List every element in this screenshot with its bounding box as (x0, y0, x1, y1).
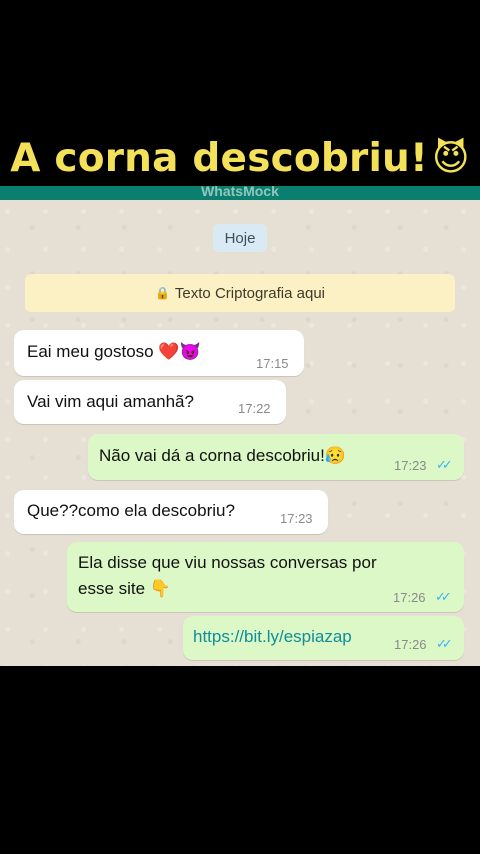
encryption-banner[interactable]: 🔒 Texto Criptografia aqui (25, 274, 455, 312)
message-time: 17:15 (256, 356, 289, 371)
app-name: WhatsMock (201, 186, 279, 199)
message-time: 17:26 (393, 590, 426, 605)
double-check-icon: ✓✓ (435, 589, 452, 604)
app-header: WhatsMock (0, 186, 480, 200)
encryption-banner-text: Texto Criptografia aqui (174, 284, 326, 302)
message-time: 17:26 (394, 637, 427, 652)
message-time: 17:23 (394, 458, 427, 473)
lock-icon: 🔒 (154, 286, 170, 300)
message-incoming[interactable]: Que??como ela descobriu? 17:23 (14, 490, 328, 534)
message-outgoing[interactable]: Não vai dá a corna descobriu!😥 17:23 ✓✓ (88, 434, 464, 480)
double-check-icon: ✓✓ (436, 457, 453, 472)
message-text: Não vai dá a corna descobriu!😥 (99, 446, 347, 465)
message-text: Vai vim aqui amanhã? (27, 392, 194, 411)
message-time: 17:23 (280, 511, 313, 526)
message-outgoing[interactable]: https://bit.ly/espiazap 17:26 ✓✓ (183, 616, 464, 660)
bottom-black-area (0, 666, 480, 854)
devil-emoji-icon: 😈 (432, 137, 470, 179)
message-incoming[interactable]: Vai vim aqui amanhã? 17:22 (14, 380, 286, 424)
message-link[interactable]: https://bit.ly/espiazap (193, 627, 352, 647)
message-text-line2: esse site 👇 (78, 579, 171, 598)
message-text: Eai meu gostoso ❤️😈 (27, 342, 201, 361)
date-chip: Hoje (213, 224, 267, 252)
chat-area[interactable]: Hoje 🔒 Texto Criptografia aqui Eai meu g… (0, 200, 480, 666)
double-check-icon: ✓✓ (436, 636, 453, 651)
caption-text: A corna descobriu! (10, 135, 428, 181)
video-caption-title: A corna descobriu! 😈 (0, 128, 480, 188)
message-text-line1: Ela disse que viu nossas conversas por (78, 553, 377, 572)
message-time: 17:22 (238, 401, 271, 416)
message-outgoing[interactable]: Ela disse que viu nossas conversas por e… (67, 542, 464, 612)
message-text: Que??como ela descobriu? (27, 501, 235, 520)
message-incoming[interactable]: Eai meu gostoso ❤️😈 17:15 (14, 330, 304, 376)
